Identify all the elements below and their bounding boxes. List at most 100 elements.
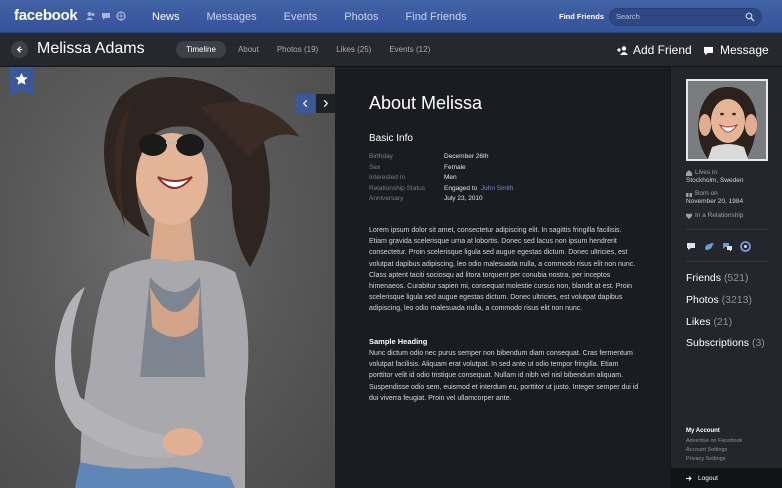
- favorite-star-badge[interactable]: [10, 67, 33, 96]
- info-row-birthday: Birthday December 26th: [369, 152, 659, 163]
- divider: [686, 229, 768, 230]
- basic-info-heading: Basic Info: [369, 133, 413, 144]
- profile-header-bar: Melissa Adams Timeline About Photos (19)…: [0, 33, 782, 67]
- chat-bubbles-icon[interactable]: [722, 241, 733, 252]
- facebook-logo[interactable]: facebook: [14, 7, 78, 24]
- notification-jewels: [86, 11, 126, 21]
- info-label: Birthday: [369, 153, 393, 160]
- likes-count: (21): [713, 316, 733, 328]
- globe-notifications-icon[interactable]: [116, 11, 126, 21]
- subscriptions-label: Subscriptions: [686, 337, 750, 349]
- profile-name: Melissa Adams: [37, 40, 145, 57]
- swirl-icon[interactable]: [740, 241, 751, 252]
- info-label: Relationship Status: [369, 184, 426, 192]
- info-value: Men: [444, 174, 457, 181]
- divider: [686, 261, 768, 262]
- info-row-relationship: Relationship Status Engaged to John Smit…: [369, 184, 659, 195]
- info-row-sex: Sex Female: [369, 163, 659, 174]
- tab-events[interactable]: Events (12): [389, 41, 430, 58]
- sample-heading: Sample Heading: [369, 337, 428, 346]
- account-settings-link[interactable]: Account Settings: [686, 447, 727, 453]
- nav-photos[interactable]: Photos: [344, 11, 378, 23]
- lives-in: Lives in Stockholm, Sweden: [686, 169, 743, 185]
- avatar-illustration: [688, 81, 766, 159]
- about-title: About Melissa: [369, 93, 483, 113]
- message-label: Message: [720, 43, 769, 57]
- relationship-status: In a Relationship: [686, 212, 743, 220]
- logout-button[interactable]: Logout: [671, 468, 782, 488]
- nav-find-friends[interactable]: Find Friends: [406, 11, 467, 23]
- subscriptions-link[interactable]: Subscriptions (3): [686, 337, 765, 349]
- friends-link[interactable]: Friends (521): [686, 272, 748, 284]
- likes-label: Likes: [686, 316, 711, 328]
- lives-in-value: Stockholm, Sweden: [686, 177, 744, 184]
- previous-photo-button[interactable]: [296, 94, 315, 113]
- heart-icon: [686, 213, 692, 219]
- subscriptions-count: (3): [751, 337, 765, 349]
- born-on-value: November 20, 1984: [686, 198, 744, 205]
- next-photo-button[interactable]: [316, 94, 335, 113]
- bio-paragraph: Lorem ipsum dolor sit amet, consectetur …: [369, 227, 636, 313]
- find-friends-link[interactable]: Find Friends: [559, 12, 604, 21]
- tab-photos[interactable]: Photos (19): [277, 41, 318, 58]
- info-value: Female: [444, 163, 466, 171]
- search-icon[interactable]: [745, 12, 755, 22]
- messages-icon[interactable]: [101, 11, 111, 21]
- info-row-anniversary: Anniversary July 23, 2010: [369, 194, 659, 205]
- relationship-text: Engaged to: [444, 184, 480, 192]
- bio-paragraph-2: Nunc dictum odio nec purus semper non bi…: [369, 350, 639, 402]
- chevron-right-icon: [323, 99, 329, 108]
- basic-info-table: Birthday December 26th Sex Female Intere…: [369, 152, 659, 205]
- profile-sidebar: Lives in Stockholm, Sweden Born on Novem…: [670, 67, 782, 488]
- lives-in-label: Lives in: [695, 169, 718, 176]
- search-input[interactable]: [616, 12, 741, 21]
- nav-messages[interactable]: Messages: [207, 11, 257, 23]
- add-friend-button[interactable]: Add Friend: [617, 43, 692, 57]
- nav-news[interactable]: News: [152, 11, 180, 23]
- tab-about[interactable]: About: [238, 41, 259, 58]
- add-friend-icon: [617, 45, 628, 55]
- chevron-left-icon: [302, 99, 308, 108]
- cover-photo-illustration: [55, 77, 300, 488]
- cover-photo[interactable]: [0, 67, 335, 488]
- back-arrow-icon: [16, 46, 23, 53]
- partner-link[interactable]: John Smith: [481, 185, 514, 192]
- my-account-heading: My Account: [686, 428, 720, 434]
- photos-label: Photos: [686, 294, 719, 306]
- comment-icon[interactable]: [686, 241, 697, 252]
- info-label: Interested In: [369, 174, 406, 181]
- search-box: [609, 8, 762, 26]
- profile-tabs: Timeline About Photos (19) Likes (25) Ev…: [176, 41, 448, 58]
- nav-events[interactable]: Events: [284, 11, 318, 23]
- born-on-label: Born on: [695, 190, 718, 197]
- top-navigation-bar: facebook News Messages Events Photos Fin…: [0, 0, 782, 33]
- main-nav: News Messages Events Photos Find Friends: [152, 0, 494, 33]
- twitter-bird-icon[interactable]: [704, 241, 715, 252]
- tab-timeline[interactable]: Timeline: [176, 41, 226, 58]
- likes-link[interactable]: Likes (21): [686, 316, 732, 328]
- avatar[interactable]: [686, 79, 768, 161]
- social-icons: [686, 241, 751, 252]
- info-row-interested-in: Interested In Men: [369, 173, 659, 184]
- photos-link[interactable]: Photos (3213): [686, 294, 752, 306]
- friend-requests-icon[interactable]: [86, 11, 96, 21]
- info-value: Engaged to John Smith: [444, 184, 513, 195]
- back-button[interactable]: [11, 41, 28, 58]
- tab-likes[interactable]: Likes (25): [336, 41, 371, 58]
- logout-arrow-icon: [686, 475, 692, 481]
- relationship-label: In a Relationship: [695, 212, 744, 219]
- info-value: December 26th: [444, 153, 489, 160]
- privacy-settings-link[interactable]: Privacy Settings: [686, 456, 725, 462]
- about-panel: About Melissa Basic Info Birthday Decemb…: [335, 67, 670, 488]
- born-on: Born on November 20, 1984: [686, 190, 743, 206]
- info-label: Anniversary: [369, 195, 404, 202]
- friends-count: (521): [723, 272, 749, 284]
- message-button[interactable]: Message: [703, 43, 769, 57]
- advertise-link[interactable]: Advertise on Facebook: [686, 438, 742, 444]
- friends-label: Friends: [686, 272, 722, 284]
- add-friend-label: Add Friend: [633, 43, 692, 57]
- gift-icon: [686, 191, 692, 197]
- photos-count: (3213): [721, 294, 752, 306]
- home-icon: [686, 170, 692, 176]
- info-label: Sex: [369, 163, 381, 171]
